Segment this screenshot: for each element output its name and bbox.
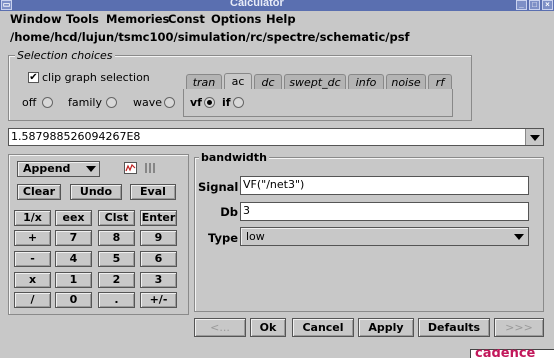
- key-clst[interactable]: Clst: [98, 210, 135, 226]
- menu-help[interactable]: Help: [266, 12, 296, 26]
- tab-swept-dc[interactable]: swept_dc: [284, 74, 346, 90]
- clip-graph-label: clip graph selection: [42, 71, 150, 84]
- cadence-logo: cadence: [470, 349, 554, 358]
- tab-rf[interactable]: rf: [428, 74, 452, 90]
- tab-noise[interactable]: noise: [386, 74, 426, 90]
- cancel-button[interactable]: Cancel: [292, 318, 354, 337]
- menu-tools[interactable]: Tools: [66, 12, 99, 26]
- cadence-logo-text: cadence: [475, 349, 536, 358]
- key-8[interactable]: 8: [98, 230, 135, 246]
- key-6[interactable]: 6: [140, 251, 177, 267]
- selection-choices-title: Selection choices: [15, 49, 115, 62]
- key-reciprocal[interactable]: 1/x: [14, 210, 51, 226]
- buffer-field[interactable]: 1.587988526094267E8: [8, 128, 544, 146]
- tab-info[interactable]: info: [348, 74, 384, 90]
- buffer-history-button[interactable]: [525, 129, 543, 145]
- clear-button[interactable]: Clear: [17, 184, 61, 200]
- key-7[interactable]: 7: [55, 230, 92, 246]
- radio-vf[interactable]: [204, 97, 215, 108]
- type-value: low: [246, 230, 265, 243]
- stack-mode-select[interactable]: Append: [17, 161, 100, 177]
- key-multiply[interactable]: x: [14, 272, 51, 288]
- type-label: Type: [207, 231, 238, 245]
- tab-dc[interactable]: dc: [254, 74, 282, 90]
- apply-button[interactable]: Apply: [358, 318, 414, 337]
- radio-wave[interactable]: [164, 97, 175, 108]
- type-select[interactable]: low: [240, 227, 529, 246]
- radio-off-label: off: [22, 96, 37, 109]
- function-title: bandwidth: [199, 151, 269, 164]
- eval-button[interactable]: Eval: [130, 184, 176, 200]
- key-minus[interactable]: -: [14, 251, 51, 267]
- radio-if-label: if: [222, 96, 231, 109]
- key-divide[interactable]: /: [14, 292, 51, 308]
- radio-family[interactable]: [106, 97, 117, 108]
- key-2[interactable]: 2: [98, 272, 135, 288]
- menu-bar: Window Tools Memories Const Options Help: [0, 11, 554, 28]
- radio-vf-label: vf: [190, 96, 202, 109]
- menu-window[interactable]: Window: [10, 12, 62, 26]
- signal-value: VF("/net3"): [243, 178, 305, 191]
- chevron-down-icon: [514, 234, 524, 240]
- window-title: Calculator: [230, 0, 284, 9]
- key-decimal[interactable]: .: [98, 292, 135, 308]
- signal-label: Signal: [198, 180, 239, 194]
- key-4[interactable]: 4: [55, 251, 92, 267]
- db-label: Db: [220, 205, 238, 219]
- close-icon[interactable]: ×: [542, 0, 553, 10]
- key-9[interactable]: 9: [140, 230, 177, 246]
- graph-icon[interactable]: [124, 162, 137, 174]
- signal-input[interactable]: VF("/net3"): [240, 176, 529, 195]
- key-0[interactable]: 0: [55, 292, 92, 308]
- minimize-icon[interactable]: _: [516, 0, 527, 10]
- ok-button[interactable]: Ok: [250, 318, 286, 337]
- radio-wave-label: wave: [133, 96, 163, 109]
- db-value: 3: [243, 204, 250, 217]
- key-plus[interactable]: +: [14, 230, 51, 246]
- chevron-down-icon: [530, 135, 540, 141]
- buffer-value: 1.587988526094267E8: [11, 130, 141, 143]
- db-input[interactable]: 3: [240, 202, 529, 221]
- defaults-button[interactable]: Defaults: [418, 318, 490, 337]
- chevron-down-icon: [86, 166, 96, 172]
- key-enter[interactable]: Enter: [140, 210, 177, 226]
- menu-options[interactable]: Options: [211, 12, 261, 26]
- window-menu-icon[interactable]: ▭: [1, 0, 12, 10]
- next-function-button[interactable]: >>>: [494, 318, 544, 337]
- title-bar: ▭ Calculator _ □ ×: [0, 0, 554, 11]
- key-5[interactable]: 5: [98, 251, 135, 267]
- stack-mode-value: Append: [23, 162, 71, 175]
- radio-if[interactable]: [233, 97, 244, 108]
- clip-graph-checkbox[interactable]: ✔: [28, 72, 39, 83]
- menu-memories[interactable]: Memories: [106, 12, 169, 26]
- table-icon[interactable]: [144, 162, 156, 174]
- key-1[interactable]: 1: [55, 272, 92, 288]
- tab-tran[interactable]: tran: [186, 74, 222, 90]
- radio-off[interactable]: [42, 97, 53, 108]
- key-3[interactable]: 3: [140, 272, 177, 288]
- results-path: /home/hcd/lujun/tsmc100/simulation/rc/sp…: [10, 30, 410, 44]
- previous-function-button[interactable]: <...: [194, 318, 246, 337]
- menu-const[interactable]: Const: [168, 12, 205, 26]
- key-eex[interactable]: eex: [55, 210, 92, 226]
- radio-family-label: family: [68, 96, 102, 109]
- key-sign[interactable]: +/-: [140, 292, 177, 308]
- undo-button[interactable]: Undo: [70, 184, 122, 200]
- maximize-icon[interactable]: □: [529, 0, 540, 10]
